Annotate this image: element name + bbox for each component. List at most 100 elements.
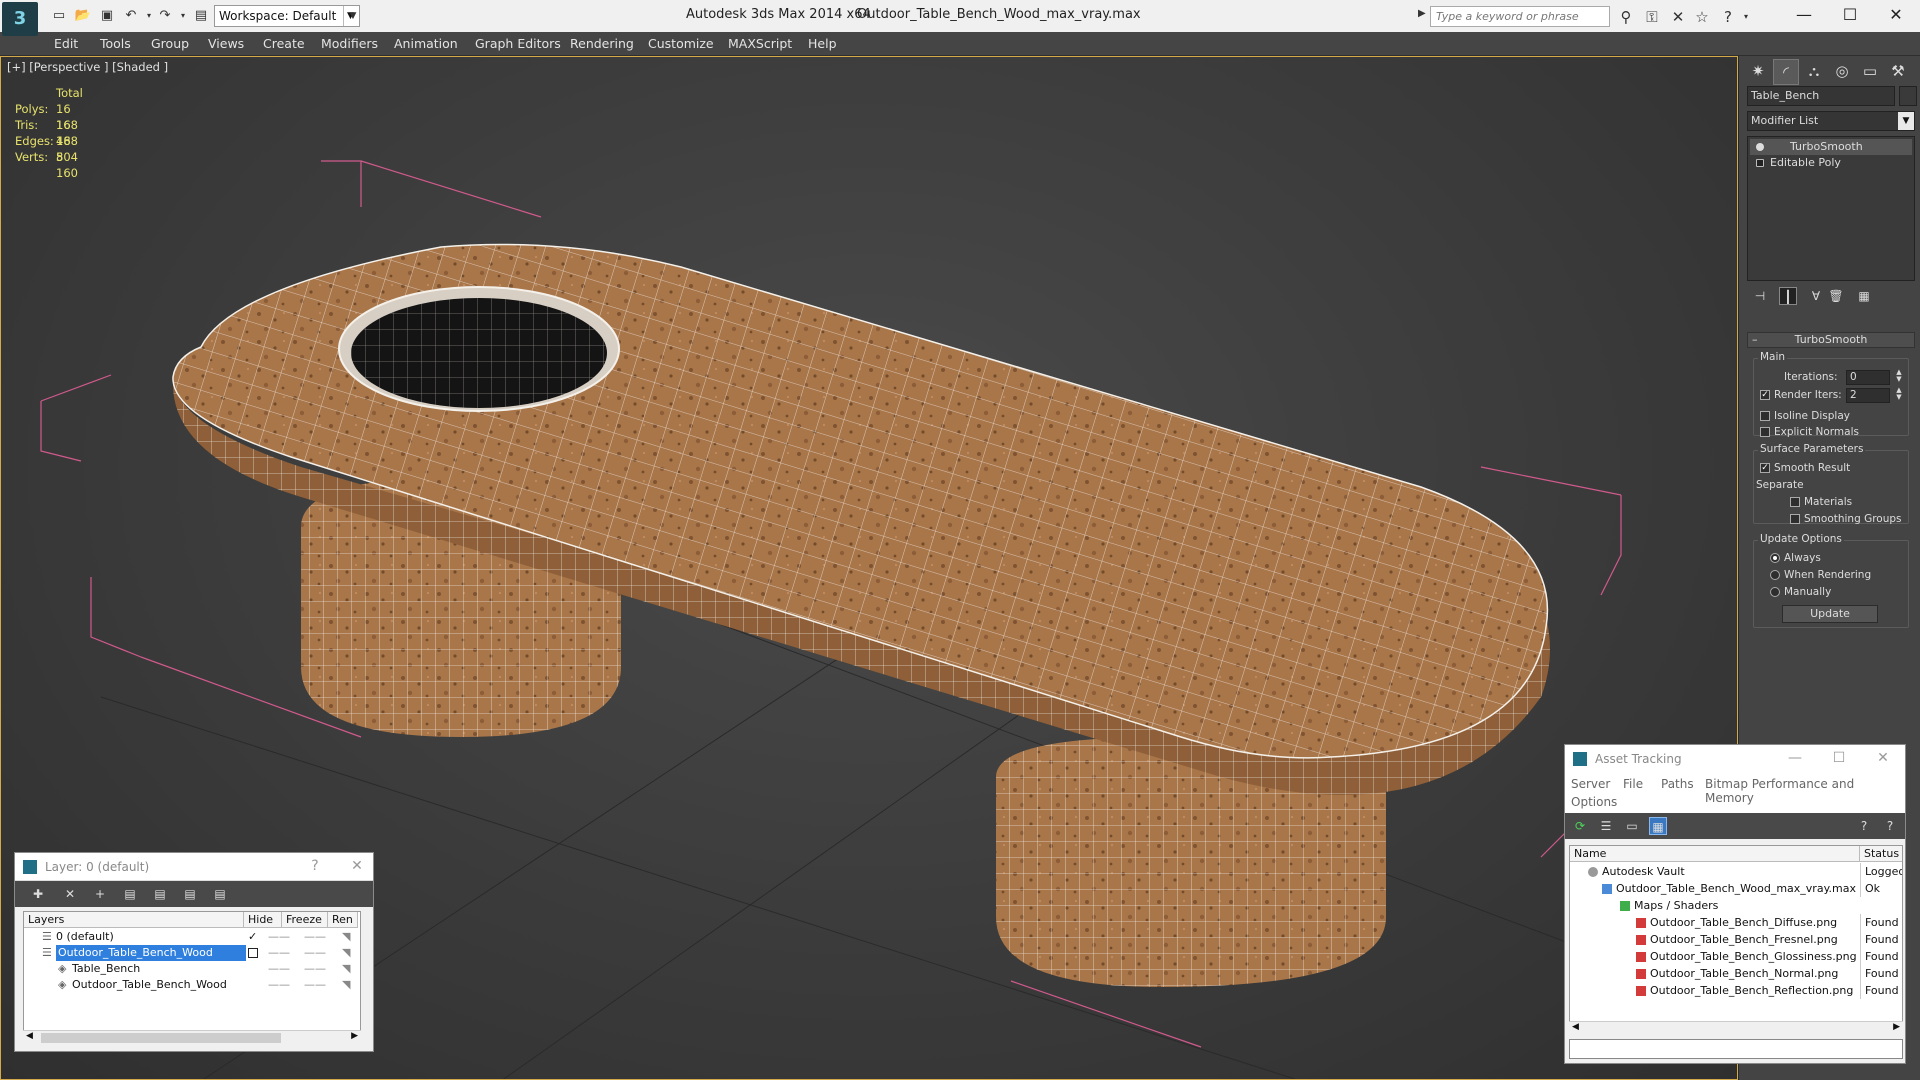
menu-customize[interactable]: Customize [648,36,714,51]
hide-all-layers-icon[interactable]: ▤ [181,885,199,903]
remove-modifier-icon[interactable]: 🗑 [1827,287,1845,305]
help-icon[interactable]: ? [307,858,323,874]
render-toggle-icon[interactable]: ◥ [342,977,350,993]
project-folder-icon[interactable]: ▤ [192,7,210,25]
menu-animation[interactable]: Animation [394,36,458,51]
render-iters-checkbox[interactable]: ✓ [1760,390,1770,400]
render-iters-spinner[interactable]: 2 [1846,388,1890,403]
manually-radio[interactable] [1770,587,1780,597]
maximize-icon[interactable]: ☐ [1831,750,1847,766]
asset-row[interactable]: Outdoor_Table_Bench_Reflection.png Found [1570,982,1902,999]
undo-icon[interactable]: ↶ [122,7,140,25]
redo-dropdown-icon[interactable]: ▾ [174,7,192,25]
hide-toggle[interactable]: —— [268,977,290,993]
search-expand-icon[interactable]: ▶ [1418,8,1426,19]
smoothing-groups-checkbox[interactable] [1790,514,1800,524]
status-column-header[interactable]: Status [1860,846,1902,862]
favorites-star-icon[interactable]: ☆ [1692,7,1712,27]
asset-row[interactable]: Outdoor_Table_Bench_Normal.png Found [1570,965,1902,982]
hide-toggle[interactable]: —— [268,929,290,945]
create-tab-icon[interactable]: ✷ [1745,59,1771,85]
asset-row[interactable]: Autodesk Vault Logged [1570,863,1902,880]
display-tab-icon[interactable]: ▭ [1857,59,1883,85]
viewport-label[interactable]: [+] [Perspective ] [Shaded ] [7,60,168,74]
asset-row[interactable]: Outdoor_Table_Bench_Glossiness.png Found [1570,948,1902,965]
render-toggle-icon[interactable]: ◥ [342,929,350,945]
modify-tab-icon[interactable]: ◜ [1773,59,1799,85]
utilities-tab-icon[interactable]: ⚒ [1885,59,1911,85]
object-name-field[interactable]: Table_Bench [1747,86,1895,106]
object-color-swatch[interactable] [1899,86,1917,106]
layer-row[interactable]: ☰ Outdoor_Table_Bench_Wood —— —— ◥ [24,945,354,961]
layer-row[interactable]: ☰ 0 (default) ✓ —— —— ◥ [24,929,354,945]
create-layer-icon[interactable]: ✚ [29,885,47,903]
scrollbar-thumb[interactable] [41,1033,281,1043]
name-column-header[interactable]: Name [1570,846,1860,862]
new-file-icon[interactable]: ▭ [50,7,68,25]
configure-sets-icon[interactable]: ▦ [1855,287,1873,305]
update-button[interactable]: Update [1782,605,1878,623]
freeze-column-header[interactable]: Freeze [282,912,328,928]
turbosmooth-rollout-header[interactable]: – TurboSmooth [1747,332,1915,348]
asset-path-field[interactable] [1569,1039,1903,1059]
asset-menu-options[interactable]: Options [1571,795,1617,809]
close-icon[interactable]: ✕ [1875,750,1891,766]
hierarchy-tab-icon[interactable]: ⛬ [1801,59,1827,85]
save-file-icon[interactable]: ▣ [98,7,116,25]
minimize-icon[interactable]: — [1780,2,1828,30]
stack-item-turbosmooth[interactable]: TurboSmooth [1750,139,1912,155]
list-view-icon[interactable]: ☰ [1597,817,1615,835]
scroll-right-icon[interactable]: ▶ [351,1031,358,1041]
modifier-list-dropdown[interactable]: Modifier List ▼ [1747,111,1915,131]
iterations-spin-arrows-icon[interactable]: ▲ ▼ [1894,369,1904,384]
dialog-help-icon[interactable]: ? [1881,817,1899,835]
expand-plus-icon[interactable] [1756,159,1764,167]
scroll-left-icon[interactable]: ◀ [26,1031,33,1041]
asset-row[interactable]: Maps / Shaders [1570,897,1902,914]
add-to-layer-icon[interactable]: + [91,885,109,903]
menu-group[interactable]: Group [151,36,189,51]
iterations-spinner[interactable]: 0 [1846,370,1890,385]
keyword-search-input[interactable]: Type a keyword or phrase [1430,6,1610,27]
materials-checkbox[interactable] [1790,497,1800,507]
asset-menu-bitmap-performance[interactable]: Bitmap Performance and Memory [1705,777,1905,805]
asset-dialog-titlebar[interactable]: Asset Tracking — ☐ ✕ [1565,745,1905,775]
workspace-arrow-icon[interactable]: ▼ [344,7,362,25]
set-current-checkbox[interactable] [248,948,258,958]
lightbulb-icon[interactable] [1756,143,1764,151]
hide-column-header[interactable]: Hide [244,912,282,928]
minimize-icon[interactable]: — [1787,750,1803,766]
help-dropdown-icon[interactable]: ▾ [1736,7,1756,27]
hide-toggle[interactable]: —— [268,945,290,961]
layers-column-header[interactable]: Layers [24,912,244,928]
close-icon[interactable]: ✕ [349,858,365,874]
help-icon[interactable]: ? [1718,7,1738,27]
menu-help[interactable]: Help [808,36,837,51]
layer-row[interactable]: ◈ Outdoor_Table_Bench_Wood —— —— ◥ [24,977,354,993]
render-toggle-icon[interactable]: ◥ [342,961,350,977]
freeze-toggle[interactable]: —— [304,929,326,945]
scroll-left-icon[interactable]: ◀ [1572,1022,1579,1032]
select-in-layer-icon[interactable]: ▤ [121,885,139,903]
binoculars-icon[interactable]: ⚲ [1616,7,1636,27]
menu-tools[interactable]: Tools [100,36,131,51]
layer-row[interactable]: ◈ Table_Bench —— —— ◥ [24,961,354,977]
delete-layer-icon[interactable]: ✕ [61,885,79,903]
smooth-result-checkbox[interactable]: ✓ [1760,463,1770,473]
asset-row[interactable]: Outdoor_Table_Bench_Fresnel.png Found [1570,931,1902,948]
pin-stack-icon[interactable]: ⊣ [1751,287,1769,305]
open-file-icon[interactable]: 📂 [74,7,92,25]
isoline-display-checkbox[interactable] [1760,411,1770,421]
freeze-all-layers-icon[interactable]: ▤ [211,885,229,903]
render-toggle-icon[interactable]: ◥ [342,945,350,961]
asset-horizontal-scrollbar[interactable]: ◀ ▶ [1569,1021,1903,1035]
always-radio[interactable] [1770,553,1780,563]
close-icon[interactable]: ✕ [1872,2,1920,30]
motion-tab-icon[interactable]: ◎ [1829,59,1855,85]
menu-edit[interactable]: Edit [54,36,78,51]
refresh-icon[interactable]: ⟳ [1571,817,1589,835]
explicit-normals-checkbox[interactable] [1760,427,1770,437]
stack-item-editable-poly[interactable]: Editable Poly [1750,155,1912,171]
redo-icon[interactable]: ↷ [156,7,174,25]
maximize-icon[interactable]: ☐ [1826,2,1874,30]
